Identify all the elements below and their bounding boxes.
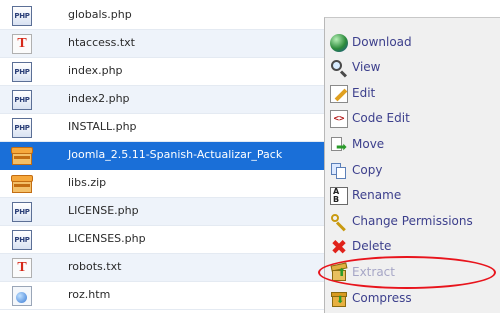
- menu-item-rename[interactable]: A B Rename: [325, 184, 500, 209]
- menu-item-label: Edit: [352, 86, 376, 100]
- menu-item-view[interactable]: View: [325, 56, 500, 81]
- file-name: roz.htm: [68, 288, 111, 301]
- menu-item-edit[interactable]: Edit: [325, 82, 500, 107]
- php-file-icon: PHP: [12, 90, 32, 110]
- menu-item-delete[interactable]: ✖ Delete: [325, 235, 500, 260]
- archive-file-icon: [11, 175, 33, 193]
- php-file-icon: PHP: [12, 230, 32, 250]
- php-file-icon: PHP: [12, 202, 32, 222]
- menu-item-move[interactable]: ➡ Move: [325, 133, 500, 158]
- rename-ab-icon: A B: [330, 187, 348, 205]
- move-arrow-icon: ➡: [330, 136, 348, 154]
- compress-box-icon: ⬇: [330, 290, 348, 308]
- file-name: INSTALL.php: [68, 120, 137, 133]
- edit-pencil-icon: [330, 85, 348, 103]
- menu-item-download[interactable]: Download: [325, 31, 500, 56]
- menu-item-change-permissions[interactable]: Change Permissions: [325, 210, 500, 235]
- delete-x-icon: ✖: [330, 235, 348, 259]
- text-file-icon: T: [12, 34, 32, 54]
- file-name: index2.php: [68, 92, 130, 105]
- menu-item-label: Rename: [352, 188, 402, 202]
- menu-item-label: Compress: [352, 291, 412, 305]
- menu-item-label: Code Edit: [352, 111, 410, 125]
- menu-item-label: Delete: [352, 239, 392, 253]
- copy-icon: [330, 162, 348, 180]
- menu-item-code-edit[interactable]: <> Code Edit: [325, 107, 500, 132]
- menu-item-label: Download: [352, 35, 412, 49]
- menu-item-copy[interactable]: Copy: [325, 159, 500, 184]
- code-edit-icon: <>: [330, 110, 348, 128]
- menu-item-label: Move: [352, 137, 385, 151]
- file-name: globals.php: [68, 8, 132, 21]
- file-name: robots.txt: [68, 260, 122, 273]
- text-file-icon: T: [12, 258, 32, 278]
- php-file-icon: PHP: [12, 118, 32, 138]
- archive-file-icon: [11, 147, 33, 165]
- menu-item-label: Extract: [352, 265, 395, 279]
- key-icon: [330, 213, 348, 232]
- menu-item-label: Change Permissions: [352, 214, 473, 228]
- menu-item-label: Copy: [352, 163, 383, 177]
- file-name: htaccess.txt: [68, 36, 135, 49]
- file-name: libs.zip: [68, 176, 107, 189]
- context-menu: Download View Edit <> Code Edit ➡ Move C…: [324, 17, 500, 313]
- html-file-icon: [12, 286, 32, 306]
- menu-item-compress[interactable]: ⬇ Compress: [325, 287, 500, 312]
- magnifier-icon: [330, 59, 348, 78]
- file-name: LICENSES.php: [68, 232, 146, 245]
- file-name: index.php: [68, 64, 123, 77]
- download-globe-icon: [330, 34, 348, 52]
- php-file-icon: PHP: [12, 62, 32, 82]
- menu-item-label: View: [352, 60, 381, 74]
- file-name: Joomla_2.5.11-Spanish-Actualizar_Pack: [68, 148, 283, 161]
- php-file-icon: PHP: [12, 6, 32, 26]
- extract-box-icon: ⬆: [330, 262, 348, 282]
- menu-item-extract[interactable]: ⬆ Extract: [325, 261, 500, 286]
- file-name: LICENSE.php: [68, 204, 139, 217]
